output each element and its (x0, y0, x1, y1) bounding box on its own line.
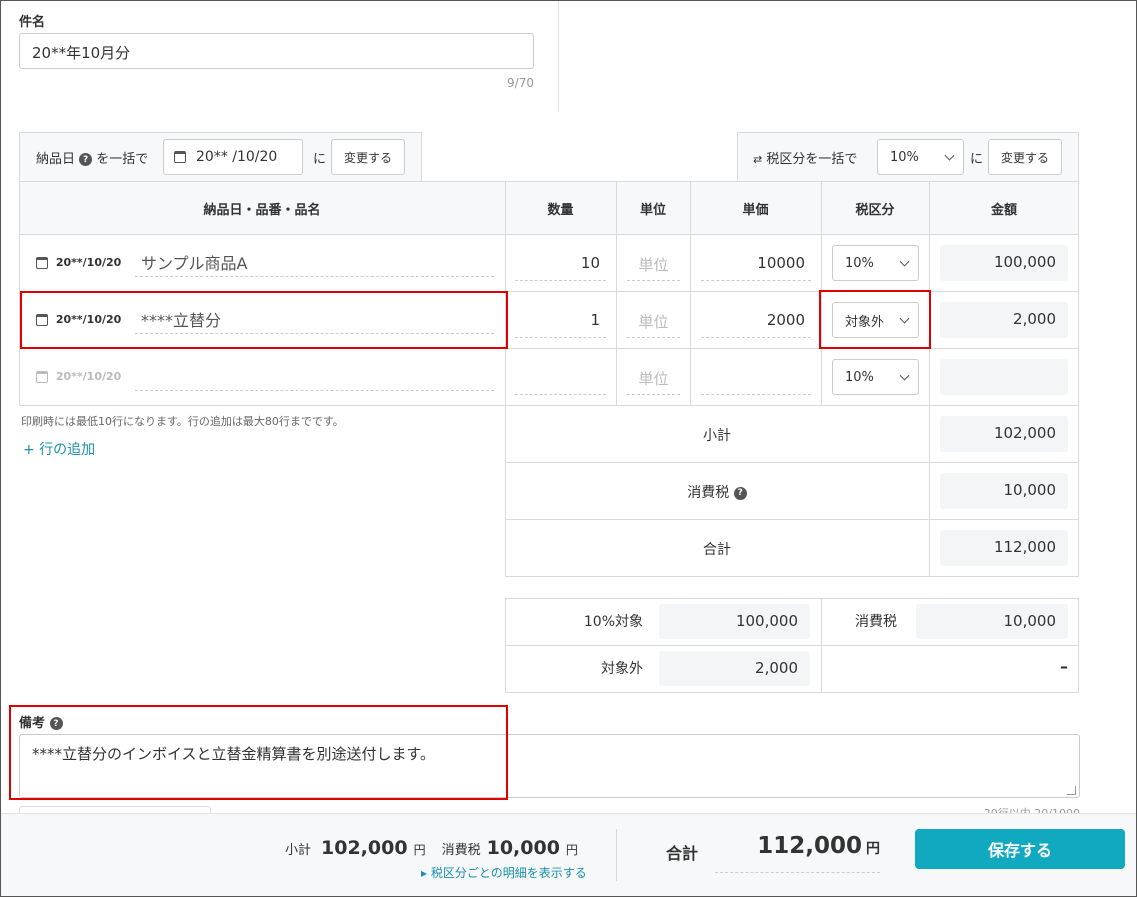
row3-amount (940, 359, 1068, 395)
chevron-down-icon (899, 313, 910, 324)
subject-label: 件名 (19, 15, 46, 30)
bulk-tax-change-button[interactable]: 変更する (988, 139, 1062, 175)
row-limit-note: 印刷時には最低10行になります。行の追加は最大80行までです。 (21, 415, 344, 428)
add-row-link[interactable]: + 行の追加 (23, 439, 95, 459)
header-tax: 税区分 (855, 203, 895, 218)
footer-total: 112,000 円 (715, 833, 880, 873)
subtotal-label: 小計 (703, 428, 731, 444)
row2-price-input[interactable]: 2000 (701, 311, 811, 338)
row3-price-input[interactable] (701, 368, 811, 395)
tax-details-link[interactable]: ▸ 税区分ごとの明細を表示する (421, 864, 587, 881)
swap-icon: ⇄ (753, 153, 763, 166)
header-unit: 単位 (639, 203, 666, 218)
resize-handle-icon[interactable] (1067, 786, 1076, 795)
row3-unit-input[interactable]: 単位 (627, 368, 680, 395)
header-amount: 金額 (990, 203, 1017, 218)
exempt-tax-value: – (1060, 657, 1068, 676)
bulk-tax-ni: に (970, 152, 984, 167)
row2-date[interactable]: 20**/10/20 (36, 313, 121, 326)
help-icon[interactable]: ? (79, 153, 93, 166)
row2-name-input[interactable]: ****立替分 (135, 307, 494, 334)
calendar-icon (36, 257, 48, 269)
row2-unit-input[interactable]: 単位 (627, 311, 680, 338)
footer-total-label: 合計 (666, 844, 699, 863)
header-price: 単価 (742, 203, 769, 218)
chevron-down-icon (899, 370, 910, 381)
bulk-tax-label: ⇄ 税区分を一括で (753, 152, 858, 167)
bulk-date-label: 納品日 ? を一括で (36, 152, 149, 167)
row2-tax-select[interactable]: 対象外 (832, 302, 919, 338)
remarks-textarea[interactable]: ****立替分のインボイスと立替金精算書を別途送付します。 (19, 734, 1080, 798)
row3-name-input[interactable] (135, 364, 494, 391)
ten-percent-value: 100,000 (659, 604, 810, 639)
subject-input[interactable]: 20**年10月分 (19, 33, 534, 69)
save-button[interactable]: 保存する (915, 829, 1125, 869)
subtotal-value: 102,000 (940, 416, 1068, 452)
bulk-date-input[interactable]: 20** /10/20 (163, 139, 303, 175)
calendar-icon (36, 314, 48, 326)
breakdown-tax-label: 消費税 (855, 614, 897, 630)
bulk-date-ni: に (313, 152, 327, 167)
row3-date[interactable]: 20**/10/20 (36, 370, 121, 383)
chevron-down-icon (899, 256, 910, 267)
row1-tax-select[interactable]: 10% (832, 245, 919, 281)
remarks-label: 備考 ? (19, 712, 63, 731)
bulk-tax-select[interactable]: 10% (877, 139, 964, 175)
row1-price-input[interactable]: 10000 (701, 254, 811, 281)
exempt-label: 対象外 (601, 661, 643, 677)
total-value: 112,000 (940, 530, 1068, 566)
footer-summary: 小計 102,000 円 消費税 10,000 円 (285, 837, 578, 859)
row3-qty-input[interactable] (515, 368, 606, 395)
row2-qty-input[interactable]: 1 (515, 311, 606, 338)
tax-label: 消費税 ? (505, 482, 929, 502)
chevron-down-icon (944, 150, 955, 161)
help-icon[interactable]: ? (49, 717, 63, 730)
ten-percent-label: 10%対象 (583, 614, 643, 630)
total-label: 合計 (703, 542, 731, 558)
row1-name-input[interactable]: サンプル商品A (135, 250, 494, 277)
row3-tax-select[interactable]: 10% (832, 359, 919, 395)
header-item: 納品日・品番・品名 (203, 203, 321, 218)
breakdown-tax-value: 10,000 (916, 604, 1068, 639)
help-icon[interactable]: ? (733, 486, 747, 500)
subject-counter: 9/70 (507, 76, 534, 90)
tax-value: 10,000 (940, 473, 1068, 509)
row1-qty-input[interactable]: 10 (515, 254, 606, 281)
bulk-date-change-button[interactable]: 変更する (331, 139, 405, 175)
row2-amount: 2,000 (940, 302, 1068, 338)
calendar-icon (174, 151, 186, 163)
footer-divider (616, 829, 617, 881)
calendar-icon (36, 371, 48, 383)
row1-unit-input[interactable]: 単位 (627, 254, 680, 281)
exempt-value: 2,000 (659, 651, 810, 686)
row1-date[interactable]: 20**/10/20 (36, 256, 121, 269)
header-qty: 数量 (547, 203, 574, 218)
vertical-divider (558, 1, 559, 111)
row1-amount: 100,000 (940, 245, 1068, 281)
